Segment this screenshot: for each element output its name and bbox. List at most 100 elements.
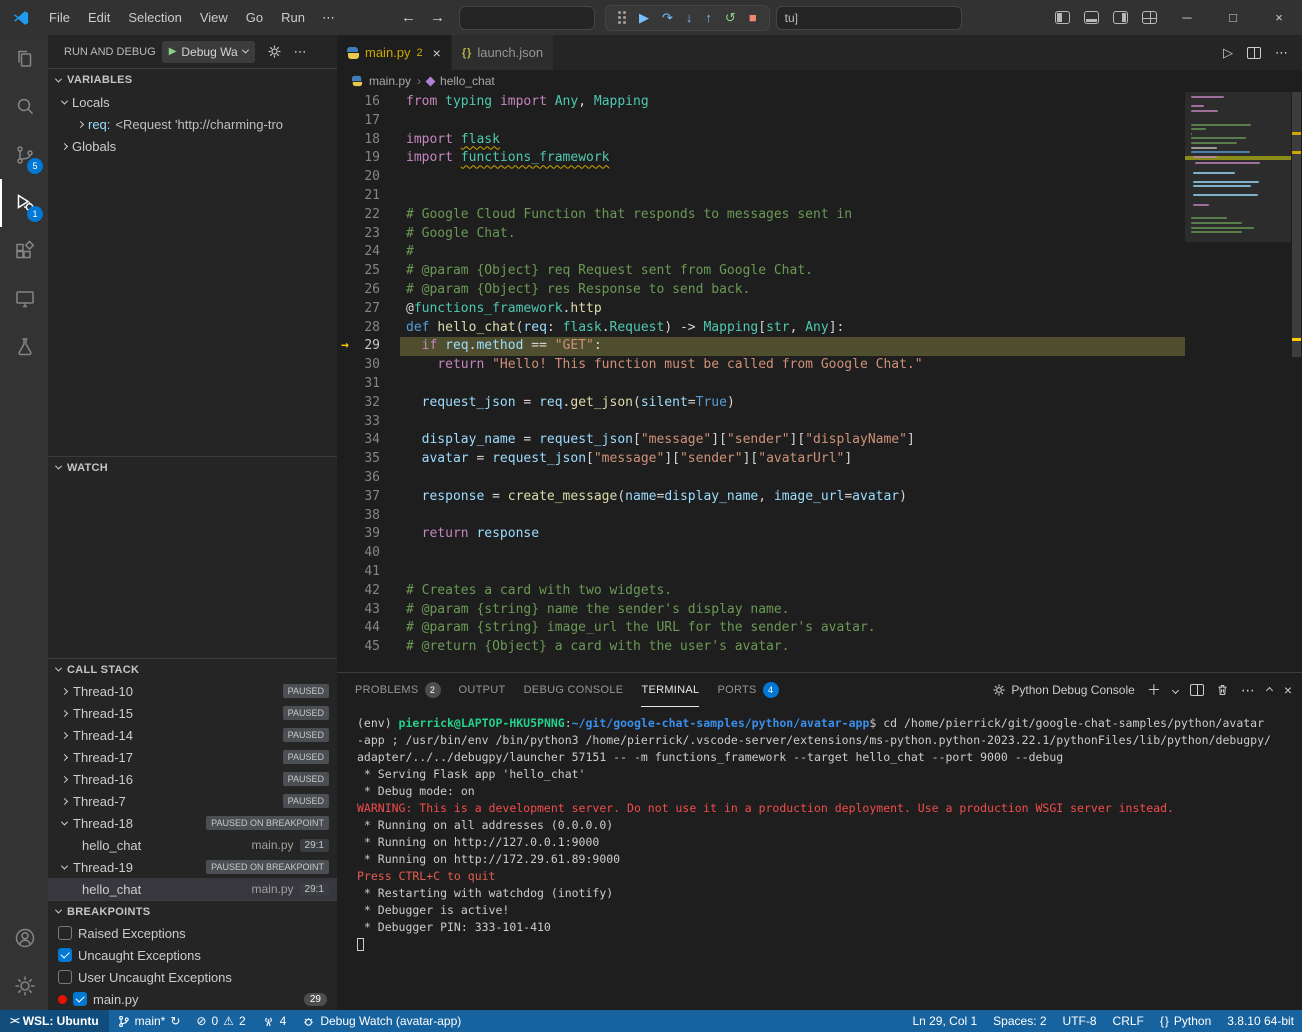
thread-row[interactable]: Thread-16PAUSED [48,768,337,790]
gutter-line-44[interactable]: 44 [337,619,400,638]
account-icon[interactable] [0,914,48,962]
breakpoints-header[interactable]: BREAKPOINTS [48,900,337,922]
code-line-21[interactable] [400,187,1185,206]
gutter-line-38[interactable]: 38 [337,507,400,526]
gutter-line-23[interactable]: 23 [337,225,400,244]
forwarded-ports-item[interactable]: 4 [254,1010,295,1032]
menu-go[interactable]: Go [237,10,272,25]
activity-extensions-icon[interactable] [0,227,48,275]
split-editor-icon[interactable] [1247,47,1261,59]
indentation-item[interactable]: Spaces: 2 [985,1010,1054,1032]
terminal-profile-picker[interactable]: Python Debug Console [992,683,1134,697]
code-line-33[interactable] [400,413,1185,432]
breakpoint-row[interactable]: main.py29 [48,988,337,1010]
breakpoint-checkbox[interactable] [73,992,87,1006]
variable-req-row[interactable]: req: <Request 'http://charming-tro [48,113,337,135]
debug-continue-icon[interactable]: ▶ [639,11,649,24]
gutter-line-19[interactable]: 19 [337,149,400,168]
menu-overflow[interactable]: ⋯ [314,10,343,26]
gutter-line-29[interactable]: →29 [337,337,400,356]
breakpoint-checkbox[interactable] [58,948,72,962]
tab-output[interactable]: OUTPUT [459,673,506,707]
split-terminal-icon[interactable] [1190,684,1204,696]
debug-restart-icon[interactable]: ↺ [725,11,736,24]
breadcrumb-file[interactable]: main.py [369,74,411,88]
debug-config-dropdown[interactable]: ▶ Debug Wa [162,41,255,63]
code-line-17[interactable] [400,112,1185,131]
thread-row[interactable]: Thread-17PAUSED [48,746,337,768]
gutter-line-42[interactable]: 42 [337,582,400,601]
tab-terminal[interactable]: TERMINAL [641,673,699,707]
settings-gear-icon[interactable] [0,962,48,1010]
gutter-line-27[interactable]: 27 [337,300,400,319]
remote-indicator[interactable]: >< WSL: Ubuntu [0,1010,109,1032]
menu-run[interactable]: Run [272,10,314,25]
gutter-line-45[interactable]: 45 [337,638,400,657]
gutter-line-41[interactable]: 41 [337,563,400,582]
new-terminal-icon[interactable]: ＋ [1147,680,1161,700]
eol-item[interactable]: CRLF [1105,1010,1152,1032]
window-maximize-icon[interactable]: □ [1210,0,1256,35]
git-branch-item[interactable]: main* ↻ [109,1010,189,1032]
code-line-26[interactable]: # @param {Object} res Response to send b… [400,281,1185,300]
tab-problems[interactable]: PROBLEMS 2 [355,673,441,707]
minimap[interactable] [1185,92,1291,672]
code-line-27[interactable]: @functions_framework.http [400,300,1185,319]
thread-row[interactable]: Thread-19PAUSED ON BREAKPOINT [48,856,337,878]
gutter-line-20[interactable]: 20 [337,168,400,187]
breadcrumb-symbol[interactable]: hello_chat [440,74,495,88]
editor-more-actions-icon[interactable]: ⋯ [1275,45,1288,61]
menu-file[interactable]: File [40,10,79,25]
gutter-line-30[interactable]: 30 [337,356,400,375]
code-line-19[interactable]: import functions_framework [400,149,1185,168]
gutter-line-40[interactable]: 40 [337,544,400,563]
gutter-line-24[interactable]: 24 [337,243,400,262]
thread-row[interactable]: Thread-10PAUSED [48,680,337,702]
nav-back-icon[interactable]: ← [401,9,416,26]
stack-frame-row[interactable]: hello_chatmain.py29:1 [48,878,337,900]
code-line-38[interactable] [400,507,1185,526]
activity-remote-explorer-icon[interactable] [0,275,48,323]
encoding-item[interactable]: UTF-8 [1055,1010,1105,1032]
code-line-16[interactable]: from typing import Any, Mapping [400,93,1185,112]
sidebar-more-actions-icon[interactable]: ⋯ [288,44,313,60]
python-interpreter-item[interactable]: 3.8.10 64-bit [1219,1010,1302,1032]
activity-run-debug-icon[interactable]: 1 [0,179,48,227]
code-line-23[interactable]: # Google Chat. [400,225,1185,244]
window-minimize-icon[interactable]: ─ [1164,0,1210,35]
tab-ports[interactable]: PORTS 4 [717,673,778,707]
panel-more-actions-icon[interactable]: ⋯ [1241,682,1255,699]
menu-edit[interactable]: Edit [79,10,119,25]
breakpoint-checkbox[interactable] [58,926,72,940]
locals-scope-row[interactable]: Locals [48,91,337,113]
cursor-position-item[interactable]: Ln 29, Col 1 [904,1010,985,1032]
run-file-icon[interactable]: ▷ [1223,45,1233,61]
code-line-29[interactable]: if req.method == "GET": [400,337,1185,356]
code-line-28[interactable]: def hello_chat(req: flask.Request) -> Ma… [400,319,1185,338]
gutter-line-31[interactable]: 31 [337,375,400,394]
breakpoint-row[interactable]: Raised Exceptions [48,922,337,944]
toggle-panel-icon[interactable] [1084,11,1099,24]
maximize-panel-icon[interactable] [1266,686,1273,693]
debug-step-out-icon[interactable]: ↑ [705,11,712,24]
tab-launch-json[interactable]: { } launch.json [452,35,554,70]
thread-row[interactable]: Thread-15PAUSED [48,702,337,724]
thread-row[interactable]: Thread-7PAUSED [48,790,337,812]
debug-step-into-icon[interactable]: ↓ [686,11,693,24]
code-line-41[interactable] [400,563,1185,582]
gutter-line-32[interactable]: 32 [337,394,400,413]
language-mode-item[interactable]: { } Python [1152,1010,1219,1032]
terminal-dropdown-icon[interactable] [1172,686,1179,693]
start-debug-icon[interactable]: ▶ [169,46,177,57]
problems-status-item[interactable]: ⊘ 0 ⚠ 2 [188,1010,253,1032]
gutter-line-39[interactable]: 39 [337,525,400,544]
debug-session-item[interactable]: Debug Watch (avatar-app) [294,1010,469,1032]
code-line-39[interactable]: return response [400,525,1185,544]
close-panel-icon[interactable]: × [1284,682,1292,698]
toggle-sidebar-icon[interactable] [1055,11,1070,24]
gutter-line-26[interactable]: 26 [337,281,400,300]
code-line-37[interactable]: response = create_message(name=display_n… [400,488,1185,507]
gutter-line-34[interactable]: 34 [337,431,400,450]
code-line-24[interactable]: # [400,243,1185,262]
gutter-line-37[interactable]: 37 [337,488,400,507]
